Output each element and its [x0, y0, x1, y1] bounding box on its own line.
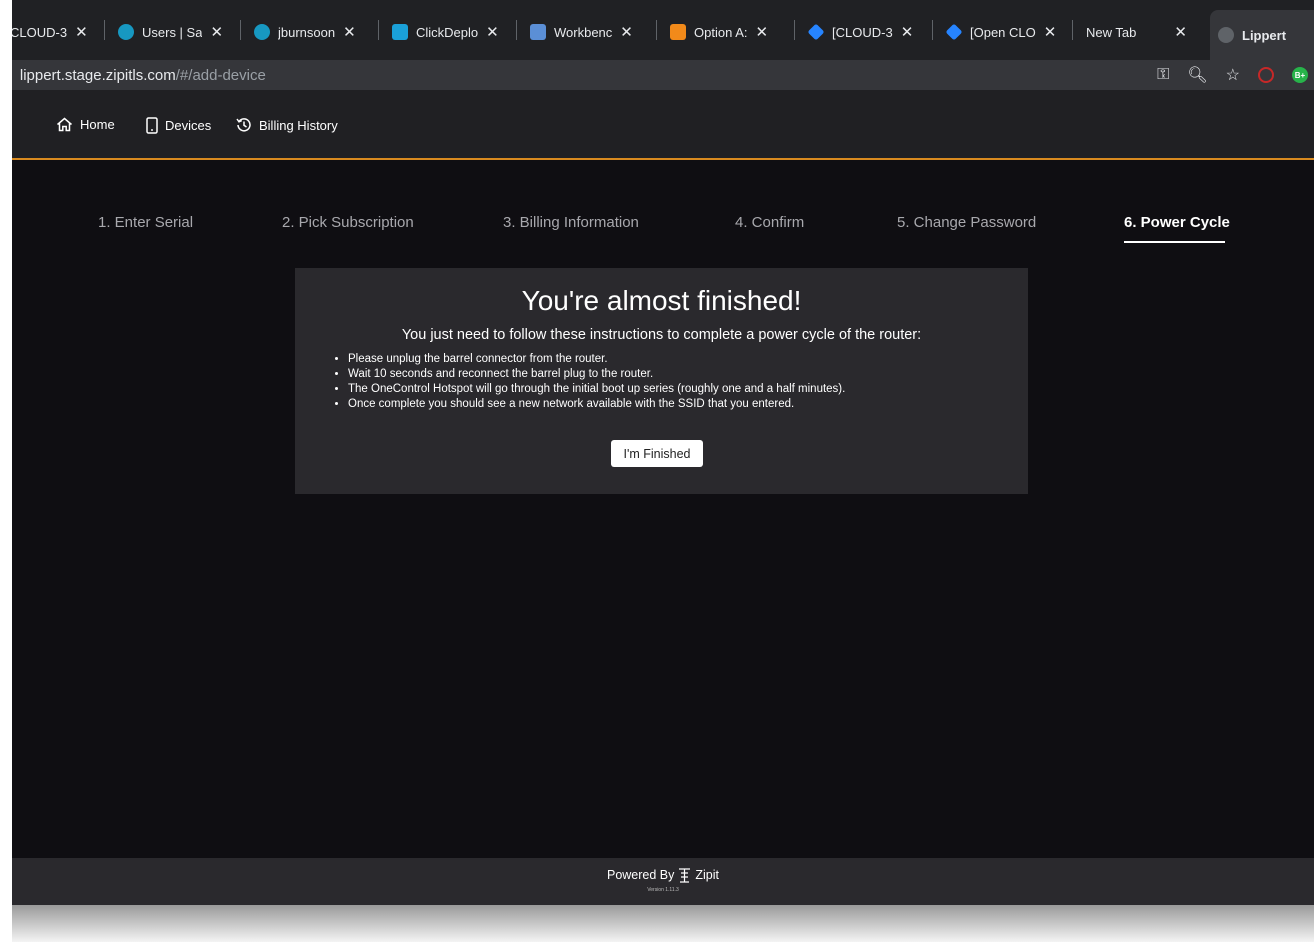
- browser-tab[interactable]: [Open CLO ✕: [945, 12, 1057, 52]
- window-shadow: [12, 905, 1314, 942]
- tab-separator: [794, 20, 795, 40]
- phone-icon: [146, 117, 158, 134]
- workbench-cube-icon: [530, 24, 546, 40]
- powered-by-label: Powered By: [606, 868, 675, 882]
- browser-tab[interactable]: New Tab ✕: [1086, 12, 1187, 52]
- home-icon: [57, 117, 72, 132]
- close-tab-icon[interactable]: ✕: [1174, 23, 1187, 41]
- extension-red-icon[interactable]: [1258, 67, 1274, 83]
- browser-tab[interactable]: [CLOUD-3 ✕: [807, 12, 914, 52]
- globe-icon: [1218, 27, 1234, 43]
- tab-label: ClickDeplo: [416, 24, 479, 40]
- tab-separator: [656, 20, 657, 40]
- card-title: You're almost finished!: [521, 285, 802, 316]
- browser-window: CLOUD-3 ✕ Users | Sa ✕ jburnsoon ✕ Click…: [12, 0, 1314, 905]
- tab-separator: [378, 20, 379, 40]
- card-subtitle: You just need to follow these instructio…: [401, 327, 922, 343]
- nav-billing-label: Billing History: [259, 117, 338, 133]
- version-text: Version 1.11.3: [647, 887, 679, 893]
- key-icon[interactable]: ⚿: [1157, 66, 1169, 84]
- tab-label: jburnsoon: [278, 24, 336, 40]
- power-cycle-card: You're almost finished! You just need to…: [295, 268, 1028, 494]
- browser-tab[interactable]: jburnsoon ✕: [254, 12, 356, 52]
- instructions-list: Please unplug the barrel connector from …: [331, 352, 845, 412]
- option-icon: [670, 24, 686, 40]
- zoom-icon[interactable]: 🔍︎: [1187, 65, 1207, 85]
- star-icon[interactable]: ☆: [1226, 65, 1240, 85]
- step-change-password[interactable]: 5. Change Password: [897, 214, 1036, 231]
- close-tab-icon[interactable]: ✕: [1044, 23, 1057, 41]
- url-path[interactable]: /#/add-device: [176, 67, 266, 84]
- tab-label: New Tab: [1086, 24, 1137, 40]
- instruction-item: Once complete you should see a new netwo…: [348, 397, 845, 412]
- address-bar[interactable]: 🔒︎ lippert.stage.zipitls.com/#/add-devic…: [12, 60, 1314, 90]
- browser-tab[interactable]: ClickDeplo ✕: [392, 12, 499, 52]
- tab-label: [CLOUD-3: [832, 24, 893, 40]
- nav-billing-history[interactable]: Billing History: [236, 117, 338, 133]
- nav-home[interactable]: Home: [56, 117, 115, 132]
- nav-devices[interactable]: Devices: [146, 117, 211, 134]
- finished-button[interactable]: I'm Finished: [611, 440, 703, 467]
- step-billing-information[interactable]: 3. Billing Information: [503, 214, 639, 231]
- salesforce-cloud-icon: [118, 24, 134, 40]
- close-tab-icon[interactable]: ✕: [755, 23, 768, 41]
- extension-green-icon[interactable]: B+: [1292, 67, 1308, 83]
- tab-separator: [240, 20, 241, 40]
- close-tab-icon[interactable]: ✕: [343, 23, 356, 41]
- instruction-item: Please unplug the barrel connector from …: [348, 352, 845, 367]
- powered-by: Powered By Zipit: [12, 867, 1314, 883]
- instruction-item: Wait 10 seconds and reconnect the barrel…: [348, 367, 845, 382]
- step-enter-serial[interactable]: 1. Enter Serial: [98, 214, 193, 231]
- url-host[interactable]: lippert.stage.zipitls.com: [20, 67, 176, 84]
- nav-home-label: Home: [80, 117, 115, 132]
- tab-separator: [932, 20, 933, 40]
- app-navbar: Home Devices Billing History: [12, 90, 1314, 160]
- tab-label: Option A:: [694, 24, 748, 40]
- jira-diamond-icon: [807, 23, 825, 41]
- close-tab-icon[interactable]: ✕: [486, 23, 499, 41]
- active-step-underline: [1124, 241, 1225, 243]
- tab-separator: [1072, 20, 1073, 40]
- close-tab-icon[interactable]: ✕: [75, 23, 88, 41]
- browser-tabstrip: CLOUD-3 ✕ Users | Sa ✕ jburnsoon ✕ Click…: [12, 0, 1314, 60]
- close-tab-icon[interactable]: ✕: [901, 23, 914, 41]
- step-power-cycle[interactable]: 6. Power Cycle: [1124, 214, 1230, 231]
- browser-tab[interactable]: Users | Sa ✕: [118, 12, 223, 52]
- jira-diamond-icon: [945, 23, 963, 41]
- step-pick-subscription[interactable]: 2. Pick Subscription: [282, 214, 414, 231]
- tab-label: Lippert: [1242, 27, 1287, 43]
- browser-tab[interactable]: CLOUD-3 ✕: [12, 12, 88, 52]
- tab-label: Users | Sa: [142, 24, 203, 40]
- address-bar-actions: ⚿ 🔍︎ ☆ B+: [1157, 60, 1314, 90]
- clickdeploy-icon: [392, 24, 408, 40]
- close-tab-icon[interactable]: ✕: [620, 23, 633, 41]
- browser-tab-active[interactable]: Lippert: [1210, 10, 1314, 60]
- close-tab-icon[interactable]: ✕: [210, 23, 223, 41]
- instruction-item: The OneControl Hotspot will go through t…: [348, 382, 845, 397]
- nav-devices-label: Devices: [165, 118, 212, 133]
- step-confirm[interactable]: 4. Confirm: [735, 214, 804, 231]
- brand-label: Zipit: [695, 868, 720, 882]
- tab-label: Workbenc: [554, 24, 613, 40]
- history-icon: [236, 118, 251, 132]
- footer: Powered By Zipit Version 1.11.3: [12, 858, 1314, 905]
- browser-tab[interactable]: Workbenc ✕: [530, 12, 633, 52]
- zipit-logo-icon: [679, 868, 691, 883]
- tab-label: [Open CLO: [970, 24, 1036, 40]
- browser-tab[interactable]: Option A: ✕: [670, 12, 768, 52]
- salesforce-cloud-icon: [254, 24, 270, 40]
- tab-separator: [516, 20, 517, 40]
- tab-label: CLOUD-3: [12, 24, 68, 40]
- tab-separator: [104, 20, 105, 40]
